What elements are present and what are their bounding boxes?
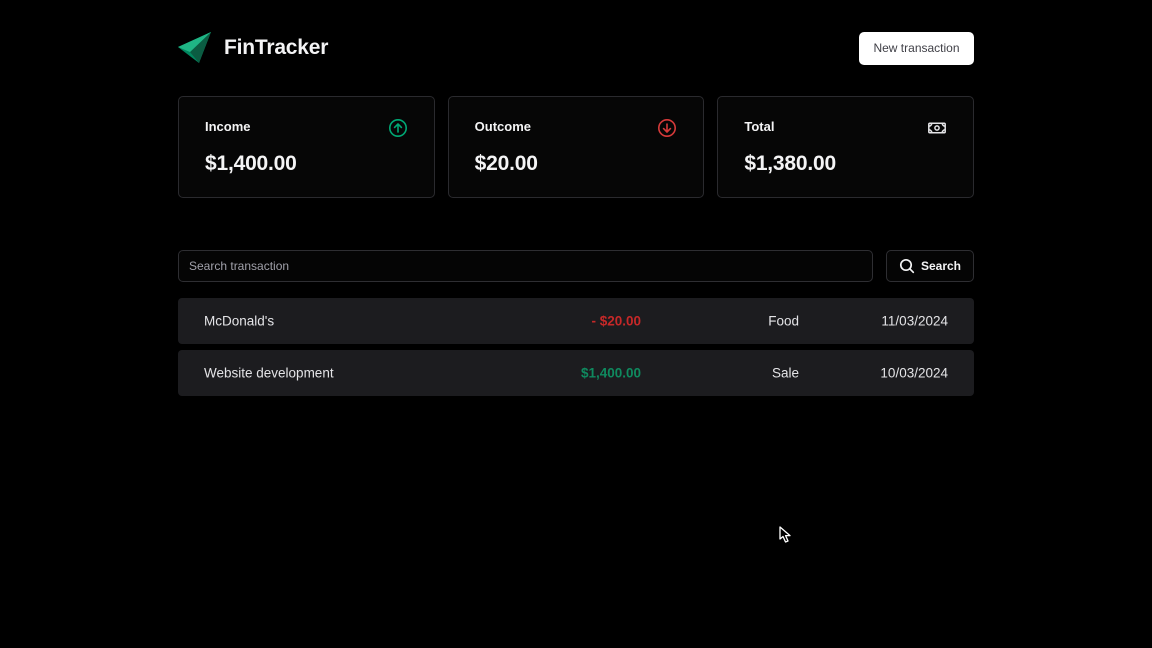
total-card-title: Total: [744, 119, 775, 134]
transaction-amount: - $20.00: [591, 313, 641, 329]
search-form: Search: [178, 250, 974, 282]
income-card-title: Income: [205, 119, 251, 134]
search-button[interactable]: Search: [886, 250, 974, 282]
search-button-label: Search: [920, 259, 962, 273]
arrow-circle-up-icon: [388, 119, 407, 137]
transaction-date: 11/03/2024: [881, 313, 948, 329]
table-row[interactable]: McDonald's - $20.00 Food 11/03/2024: [178, 298, 974, 344]
header: FinTracker New transaction: [178, 31, 974, 65]
transaction-amount: $1,400.00: [580, 365, 641, 381]
transaction-date: 10/03/2024: [880, 365, 948, 381]
brand[interactable]: FinTracker: [178, 32, 328, 64]
transaction-category: Food: [768, 313, 799, 329]
new-transaction-button[interactable]: New transaction: [859, 31, 974, 65]
search-icon: [899, 258, 915, 274]
total-card-value: $1,380.00: [744, 152, 836, 175]
outcome-card-title: Outcome: [474, 119, 532, 134]
outcome-card: Outcome $20.00: [447, 96, 705, 198]
transaction-description: Website development: [204, 365, 334, 381]
transaction-description: McDonald's: [204, 313, 275, 329]
table-row[interactable]: Website development $1,400.00 Sale 10/03…: [178, 350, 974, 396]
income-card-value: $1,400.00: [205, 152, 297, 175]
summary-cards: Income $1,400.00 Outcome $20.00 Total $1…: [178, 96, 975, 198]
transaction-category: Sale: [771, 365, 799, 381]
app: FinTracker New transaction Income $1,400…: [0, 0, 1152, 648]
outcome-card-value: $20.00: [474, 152, 538, 175]
app-name: FinTracker: [224, 36, 329, 59]
arrow-circle-down-icon: [658, 119, 677, 137]
transactions-table: McDonald's - $20.00 Food 11/03/2024 Webs…: [178, 298, 974, 396]
mouse-cursor-icon: [779, 526, 791, 543]
total-card: Total $1,380.00: [717, 96, 975, 198]
search-input[interactable]: [178, 250, 873, 282]
income-card: Income $1,400.00: [178, 96, 435, 198]
money-icon: [928, 122, 946, 134]
paper-plane-logo-icon: [178, 32, 211, 63]
